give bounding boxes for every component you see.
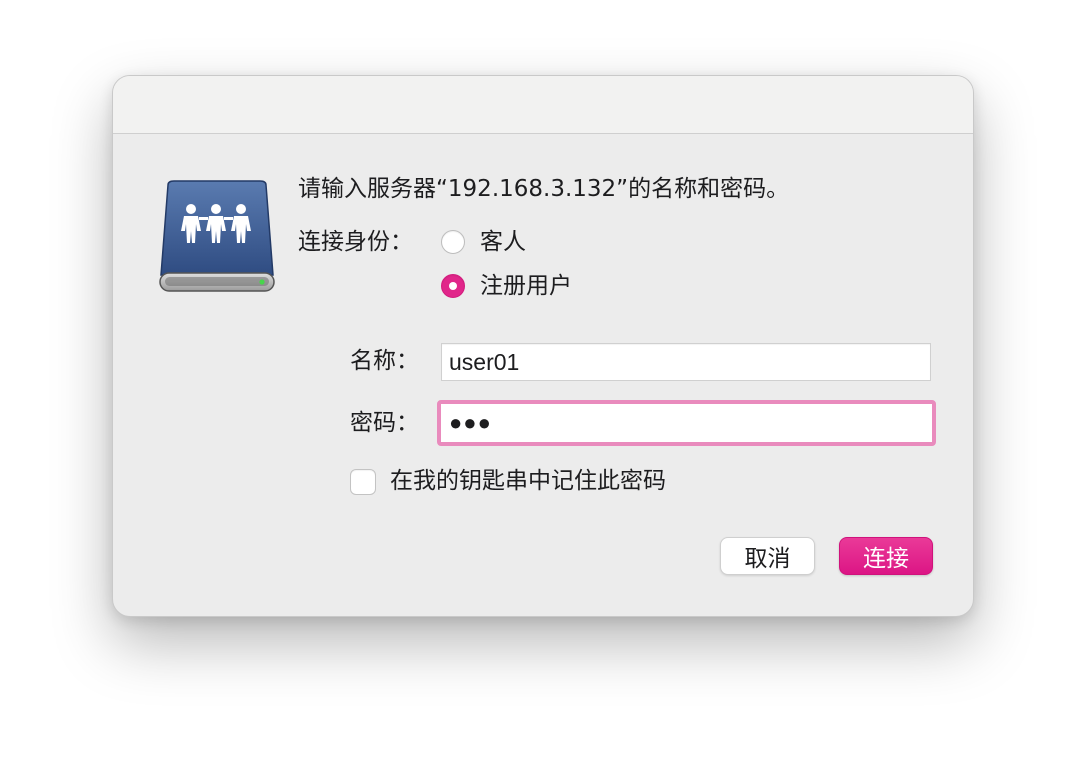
cancel-button[interactable]: 取消 bbox=[720, 537, 815, 575]
password-label: 密码： bbox=[350, 410, 419, 436]
radio-guest[interactable]: 客人 bbox=[441, 227, 526, 257]
radio-registered-user-label[interactable]: 注册用户 bbox=[480, 271, 572, 301]
prompt-message: 请输入服务器“192.168.3.132”的名称和密码。 bbox=[298, 176, 790, 202]
login-dialog: 请输入服务器“192.168.3.132”的名称和密码。 连接身份： 客人 注册… bbox=[112, 75, 974, 617]
remember-password-checkbox[interactable] bbox=[350, 469, 376, 495]
connect-as-label: 连接身份： bbox=[298, 229, 413, 255]
password-field[interactable]: ●●● bbox=[437, 400, 936, 446]
remember-password-label[interactable]: 在我的钥匙串中记住此密码 bbox=[390, 466, 666, 496]
name-field[interactable]: user01 bbox=[441, 343, 931, 381]
radio-registered-user-button[interactable] bbox=[441, 274, 465, 298]
radio-guest-button[interactable] bbox=[441, 230, 465, 254]
connect-button[interactable]: 连接 bbox=[839, 537, 933, 575]
radio-registered-user[interactable]: 注册用户 bbox=[441, 271, 572, 301]
dialog-titlebar bbox=[113, 76, 973, 134]
network-server-icon bbox=[159, 180, 275, 292]
radio-guest-label[interactable]: 客人 bbox=[480, 227, 526, 257]
name-label: 名称： bbox=[350, 348, 419, 374]
